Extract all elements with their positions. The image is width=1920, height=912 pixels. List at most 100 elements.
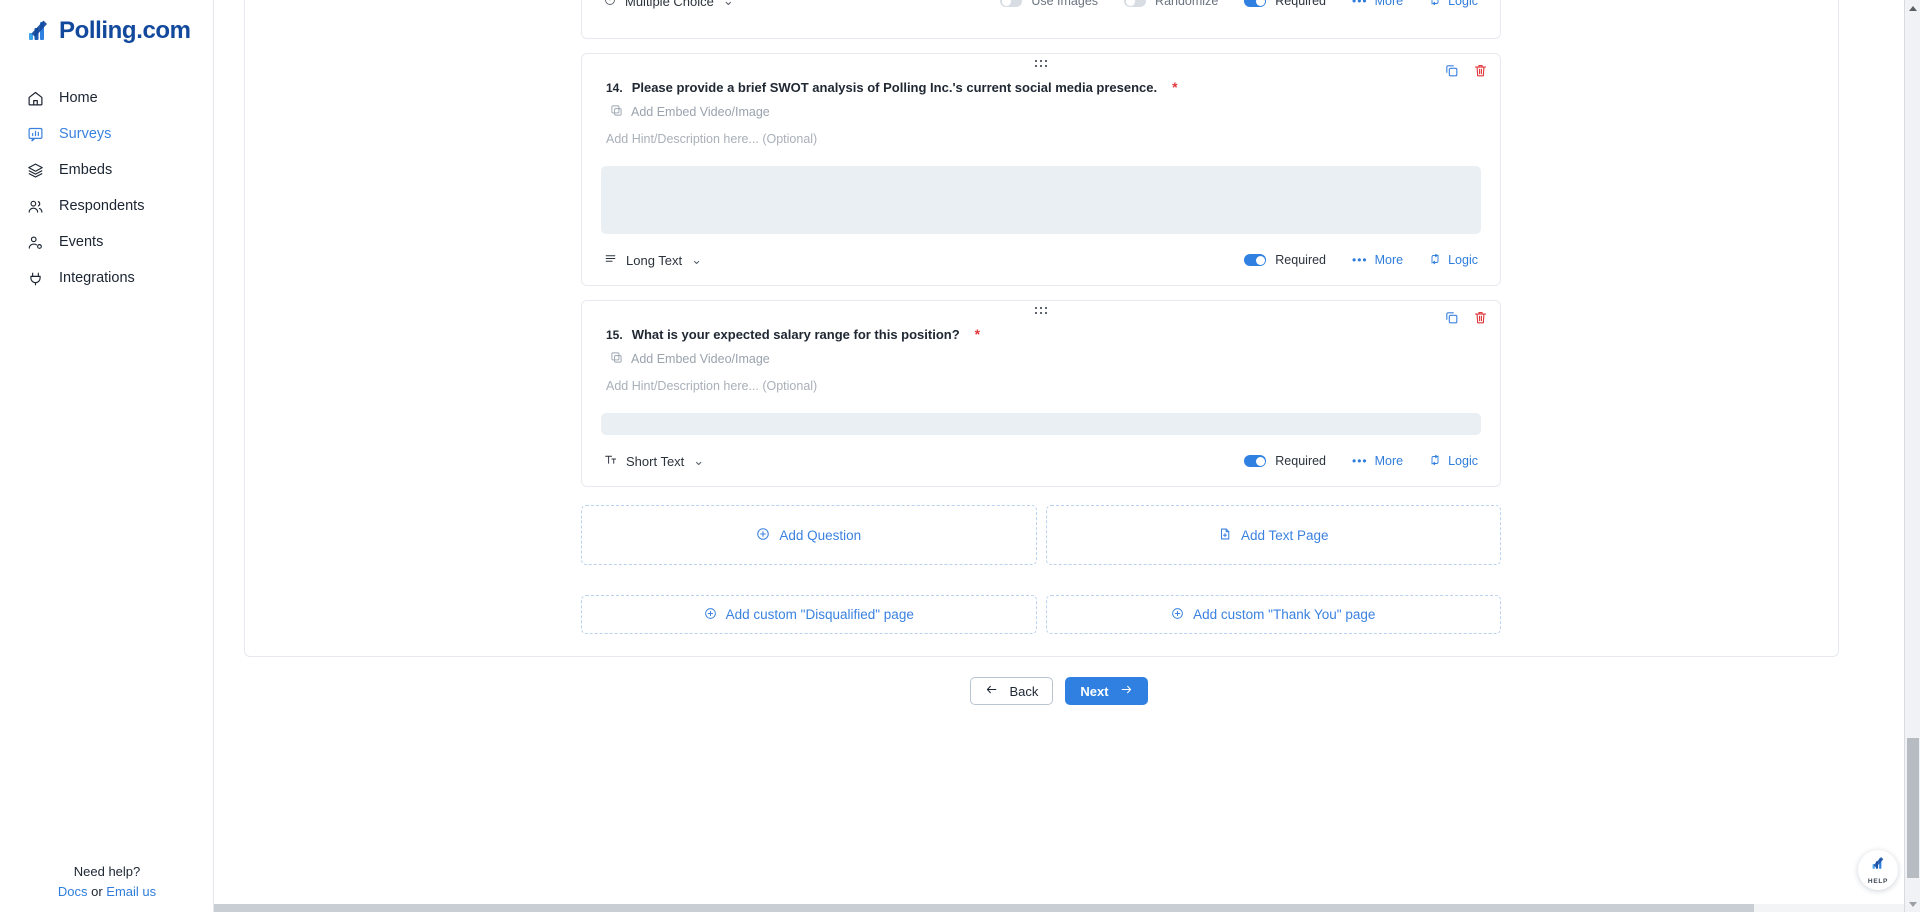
hint-input[interactable]: Add Hint/Description here... (Optional)	[582, 367, 1500, 393]
help-or-text: or	[91, 883, 103, 899]
question-card-actions	[1444, 63, 1488, 78]
long-text-answer-field[interactable]	[601, 166, 1481, 234]
arrow-right-icon	[1120, 683, 1133, 699]
required-label: Required	[1275, 253, 1327, 267]
layers-icon	[26, 161, 44, 179]
use-images-toggle[interactable]: Use Images	[1000, 0, 1098, 8]
required-toggle[interactable]: Required	[1244, 454, 1326, 468]
help-widget-label: HELP	[1867, 878, 1889, 885]
question-type-label: Short Text	[626, 453, 685, 469]
required-toggle[interactable]: Required	[1244, 0, 1326, 8]
add-text-page-label: Add Text Page	[1240, 527, 1329, 543]
required-toggle[interactable]: Required	[1244, 253, 1326, 267]
survey-icon	[26, 125, 44, 143]
sidebar-item-respondents[interactable]: Respondents	[0, 188, 213, 224]
drag-handle-icon[interactable]	[1035, 307, 1047, 316]
question-number: 15.	[606, 328, 623, 342]
ellipsis-icon: •••	[1352, 0, 1368, 8]
more-button[interactable]: ••• More	[1352, 253, 1403, 267]
question-card-actions	[1444, 310, 1488, 325]
delete-icon[interactable]	[1473, 310, 1488, 325]
logic-label: Logic	[1448, 0, 1478, 8]
circle-dot-icon	[604, 0, 616, 9]
short-text-answer-field[interactable]	[601, 413, 1481, 435]
add-embed-label: Add Embed Video/Image	[631, 352, 770, 366]
question-type-select[interactable]: Multiple Choice ⌄	[604, 0, 734, 9]
person-gear-icon	[26, 233, 44, 251]
add-disqualified-page-button[interactable]: Add custom "Disqualified" page	[581, 595, 1037, 634]
add-text-page-button[interactable]: Add Text Page	[1045, 505, 1501, 565]
survey-sheet: Multiple Choice ⌄ Use Images Randomize R…	[243, 0, 1839, 657]
logo[interactable]: Polling.com	[0, 0, 213, 44]
randomize-label: Randomize	[1155, 0, 1219, 8]
toggle-switch	[1244, 455, 1267, 467]
sidebar-item-events[interactable]: Events	[0, 224, 213, 260]
back-label: Back	[1009, 683, 1039, 699]
horizontal-scrollbar[interactable]	[214, 904, 1904, 912]
more-button[interactable]: ••• More	[1352, 454, 1403, 468]
drag-handle-icon[interactable]	[1035, 60, 1047, 69]
plug-icon	[26, 269, 44, 287]
question-title[interactable]: What is your expected salary range for t…	[632, 327, 960, 342]
sidebar-item-label: Surveys	[59, 126, 112, 142]
text-format-icon	[604, 453, 617, 469]
sidebar-help: Need help? Docs or Email us	[0, 862, 214, 902]
logic-label: Logic	[1448, 454, 1478, 468]
logic-button[interactable]: Logic	[1429, 253, 1478, 268]
sidebar-item-surveys[interactable]: Surveys	[0, 116, 213, 152]
more-button[interactable]: ••• More	[1352, 0, 1403, 8]
next-label: Next	[1080, 683, 1109, 699]
plus-circle-icon	[1171, 607, 1184, 623]
question-title[interactable]: Please provide a brief SWOT analysis of …	[632, 80, 1157, 95]
sidebar-item-label: Embeds	[59, 162, 113, 178]
docs-link[interactable]: Docs	[58, 884, 88, 899]
scrollbar-thumb[interactable]	[214, 904, 1754, 912]
file-plus-icon	[1218, 527, 1232, 544]
chevron-down-icon: ⌄	[722, 0, 734, 8]
next-button[interactable]: Next	[1065, 677, 1148, 705]
question-type-label: Long Text	[626, 252, 683, 268]
use-images-label: Use Images	[1031, 0, 1099, 8]
randomize-toggle[interactable]: Randomize	[1124, 0, 1218, 8]
main-content: Multiple Choice ⌄ Use Images Randomize R…	[214, 0, 1920, 912]
duplicate-icon[interactable]	[1444, 63, 1459, 78]
required-star: *	[974, 326, 981, 342]
delete-icon[interactable]	[1473, 63, 1488, 78]
add-embed-button[interactable]: Add Embed Video/Image	[582, 342, 1500, 367]
email-us-link[interactable]: Email us	[106, 884, 156, 899]
arrow-left-icon	[985, 683, 998, 699]
sidebar-item-label: Respondents	[59, 198, 145, 214]
logic-icon	[1429, 454, 1441, 469]
app-root: Polling.com Home Surveys Embeds Responde…	[0, 0, 1920, 912]
sidebar-item-home[interactable]: Home	[0, 80, 213, 116]
logic-label: Logic	[1448, 253, 1478, 267]
add-embed-button[interactable]: Add Embed Video/Image	[582, 95, 1500, 120]
help-chart-icon	[1870, 855, 1887, 877]
question-footer: Long Text ⌄ Required ••• More Logic	[582, 234, 1500, 285]
question-card: 14. Please provide a brief SWOT analysis…	[581, 53, 1501, 286]
vertical-scrollbar[interactable]	[1904, 0, 1920, 912]
hint-input[interactable]: Add Hint/Description here... (Optional)	[582, 120, 1500, 146]
required-label: Required	[1275, 0, 1327, 8]
back-button[interactable]: Back	[970, 677, 1054, 705]
logic-icon	[1429, 253, 1441, 268]
sidebar-item-embeds[interactable]: Embeds	[0, 152, 213, 188]
duplicate-icon[interactable]	[1444, 310, 1459, 325]
add-question-button[interactable]: Add Question	[581, 505, 1037, 565]
logic-button[interactable]: Logic	[1429, 0, 1478, 9]
toggle-switch	[1000, 0, 1023, 7]
toggle-switch	[1244, 0, 1267, 7]
scrollbar-thumb[interactable]	[1907, 738, 1919, 878]
help-widget-button[interactable]: HELP	[1858, 850, 1898, 890]
scroll-up-arrow[interactable]	[1905, 0, 1920, 16]
scroll-down-arrow[interactable]	[1905, 896, 1920, 912]
add-thank-you-page-button[interactable]: Add custom "Thank You" page	[1045, 595, 1501, 634]
question-type-select[interactable]: Long Text ⌄	[604, 252, 702, 268]
question-type-select[interactable]: Short Text ⌄	[604, 453, 704, 469]
question-card: 15. What is your expected salary range f…	[581, 300, 1501, 487]
sidebar-item-integrations[interactable]: Integrations	[0, 260, 213, 296]
more-label: More	[1374, 454, 1404, 468]
logic-button[interactable]: Logic	[1429, 454, 1478, 469]
sidebar: Polling.com Home Surveys Embeds Responde…	[0, 0, 214, 912]
add-question-label: Add Question	[779, 527, 862, 543]
